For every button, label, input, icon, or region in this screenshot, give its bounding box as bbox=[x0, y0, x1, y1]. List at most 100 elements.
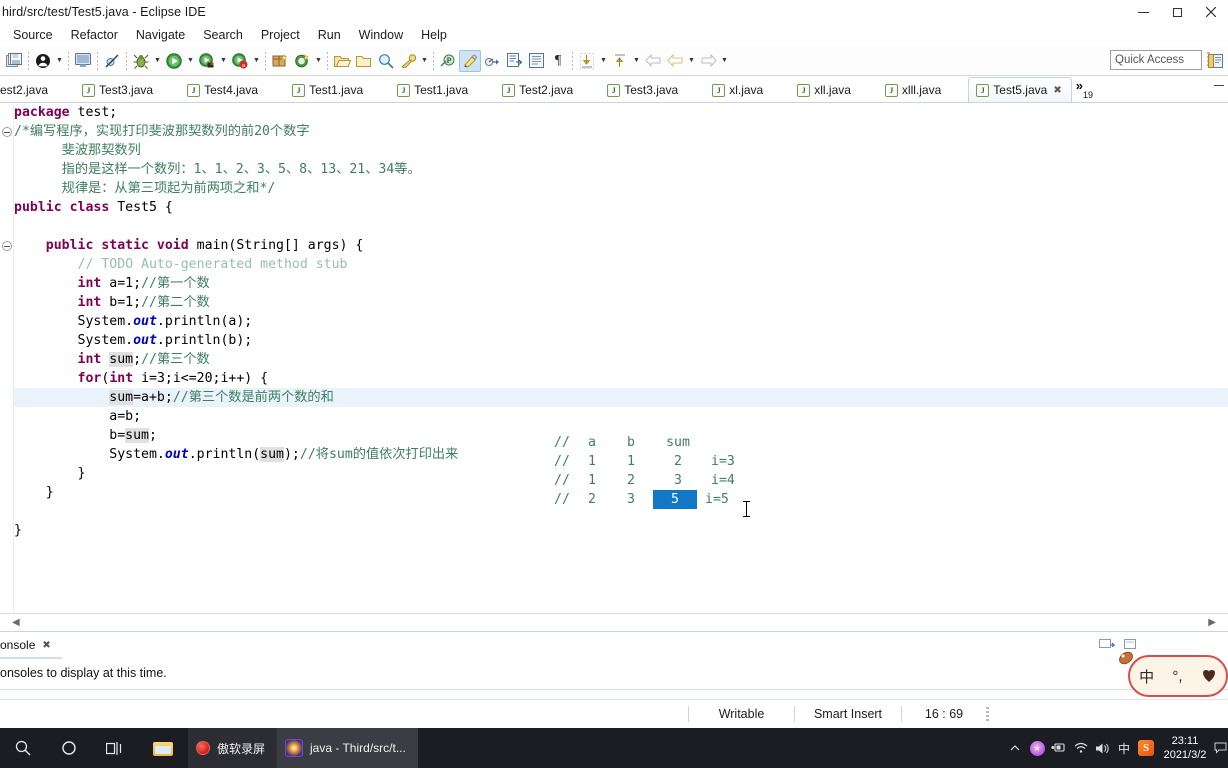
volume-icon[interactable] bbox=[1092, 728, 1114, 768]
task-view-icon[interactable] bbox=[92, 728, 138, 768]
back-dropdown[interactable]: ▼ bbox=[686, 50, 697, 72]
cortana-icon[interactable] bbox=[46, 728, 92, 768]
ime-mode-chinese[interactable]: 中 bbox=[1139, 666, 1154, 687]
tray-ime-label[interactable]: 中 bbox=[1114, 728, 1134, 768]
new-java-console-icon[interactable] bbox=[72, 50, 94, 72]
tab-overflow-chevron[interactable]: » 19 bbox=[1072, 78, 1095, 102]
taskbar-clock[interactable]: 23:11 2021/3/2 bbox=[1158, 728, 1212, 768]
tab-test3[interactable]: J Test3.java bbox=[75, 78, 162, 102]
tab-test5-active[interactable]: J Test5.java ✖ bbox=[968, 77, 1072, 102]
tab-xlll[interactable]: J xlll.java bbox=[878, 78, 950, 102]
menu-project[interactable]: Project bbox=[252, 26, 309, 44]
next-edit-icon[interactable] bbox=[481, 50, 503, 72]
console-tab[interactable]: onsole ✖ bbox=[0, 634, 51, 656]
new-wizard-icon[interactable] bbox=[32, 50, 54, 72]
tab-test2[interactable]: J Test2.java bbox=[495, 78, 582, 102]
previous-annotation2-dropdown[interactable]: ▼ bbox=[631, 50, 642, 72]
tab-test1-b[interactable]: J Test1.java bbox=[390, 78, 477, 102]
tab-xl[interactable]: J xl.java bbox=[705, 78, 772, 102]
close-button[interactable] bbox=[1194, 0, 1228, 24]
external-tools-dropdown[interactable]: ▼ bbox=[218, 50, 229, 72]
tab-label: Test3.java bbox=[99, 83, 154, 97]
previous-annotation2-icon[interactable] bbox=[609, 50, 631, 72]
minimize-button[interactable] bbox=[1126, 0, 1160, 24]
start-search-icon[interactable] bbox=[0, 728, 46, 768]
next-annotation-dropdown[interactable]: ▼ bbox=[598, 50, 609, 72]
code-token: System. bbox=[14, 333, 134, 348]
ime-skin-icon[interactable] bbox=[1201, 669, 1217, 683]
window-title: hird/src/test/Test5.java - Eclipse IDE bbox=[2, 5, 206, 19]
chevron-double-right-icon: » bbox=[1075, 78, 1083, 93]
open-perspective-icon[interactable] bbox=[1206, 51, 1226, 71]
previous-annotation-icon[interactable]: P bbox=[437, 50, 459, 72]
toggle-block-icon[interactable] bbox=[503, 50, 525, 72]
new-class-dropdown[interactable]: ▼ bbox=[313, 50, 324, 72]
code-line: for(int i=3;i<=20;i++) { bbox=[14, 369, 1228, 388]
close-icon[interactable]: ✖ bbox=[1053, 85, 1061, 96]
key-icon[interactable] bbox=[397, 50, 419, 72]
code-token: System. bbox=[14, 447, 165, 462]
tray-chevron-up-icon[interactable] bbox=[1004, 728, 1026, 768]
sogou-icon[interactable]: S bbox=[1134, 728, 1158, 768]
ime-punctuation-toggle[interactable]: °, bbox=[1172, 668, 1182, 685]
skip-breakpoints-icon[interactable] bbox=[101, 50, 123, 72]
open-folder-icon[interactable] bbox=[353, 50, 375, 72]
tab-xll[interactable]: J xll.java bbox=[790, 78, 860, 102]
taskbar-app-eclipse[interactable]: java - Third/src/t... bbox=[277, 728, 418, 768]
back-icon[interactable] bbox=[642, 50, 664, 72]
run-dropdown[interactable]: ▼ bbox=[185, 50, 196, 72]
quick-access-input[interactable]: Quick Access bbox=[1110, 50, 1202, 70]
save-all-icon[interactable] bbox=[3, 50, 25, 72]
new-class-icon[interactable] bbox=[291, 50, 313, 72]
run-external-tools-icon[interactable] bbox=[196, 50, 218, 72]
device-icon[interactable] bbox=[1048, 728, 1070, 768]
forward-dropdown[interactable]: ▼ bbox=[719, 50, 730, 72]
fold-marker-comment[interactable] bbox=[2, 127, 12, 137]
new-console-icon[interactable] bbox=[1098, 637, 1116, 653]
forward-icon[interactable] bbox=[697, 50, 719, 72]
menu-window[interactable]: Window bbox=[350, 26, 412, 44]
debug-dropdown[interactable]: ▼ bbox=[152, 50, 163, 72]
taskbar-app-recorder[interactable]: 傲软录屏 bbox=[188, 728, 278, 768]
fold-marker-main-method[interactable] bbox=[2, 241, 12, 251]
new-package-icon[interactable] bbox=[269, 50, 291, 72]
show-whitespace-icon[interactable] bbox=[525, 50, 547, 72]
star-icon[interactable]: ★ bbox=[1026, 728, 1048, 768]
maximize-button[interactable] bbox=[1160, 0, 1194, 24]
scroll-left-icon[interactable]: ◀ bbox=[12, 617, 20, 628]
highlight-icon[interactable] bbox=[459, 49, 481, 72]
menu-source[interactable]: Source bbox=[4, 26, 62, 44]
minimize-editor-icon[interactable] bbox=[1214, 85, 1224, 86]
scroll-right-icon[interactable]: ▶ bbox=[1208, 617, 1216, 628]
wifi-icon[interactable] bbox=[1070, 728, 1092, 768]
run-icon[interactable] bbox=[163, 50, 185, 72]
menu-help[interactable]: Help bbox=[412, 26, 456, 44]
file-explorer-icon[interactable] bbox=[138, 728, 188, 768]
key-dropdown[interactable]: ▼ bbox=[419, 50, 430, 72]
menu-navigate[interactable]: Navigate bbox=[127, 26, 194, 44]
search-icon[interactable] bbox=[375, 50, 397, 72]
next-annotation-icon[interactable] bbox=[576, 50, 598, 72]
coverage-dropdown[interactable]: ▼ bbox=[251, 50, 262, 72]
back2-icon[interactable] bbox=[664, 50, 686, 72]
menu-refactor[interactable]: Refactor bbox=[62, 26, 127, 44]
menu-run[interactable]: Run bbox=[309, 26, 350, 44]
editor-gutter[interactable] bbox=[0, 103, 14, 613]
system-tray: ★ 中 S 23:11 2021/3/2 bbox=[1004, 728, 1228, 768]
code-editor[interactable]: package test; /*编写程序，实现打印斐波那契数列的前20个数字 斐波… bbox=[0, 103, 1228, 613]
notification-icon[interactable] bbox=[1212, 728, 1228, 768]
new-wizard-dropdown[interactable]: ▼ bbox=[54, 50, 65, 72]
open-type-icon[interactable] bbox=[331, 50, 353, 72]
editor-horizontal-scroll[interactable]: ◀ ▶ bbox=[0, 613, 1228, 631]
menu-search[interactable]: Search bbox=[194, 26, 252, 44]
debug-icon[interactable] bbox=[130, 50, 152, 72]
ime-toolbar[interactable]: 中 °, bbox=[1128, 655, 1228, 697]
tab-test1-a[interactable]: J Test1.java bbox=[285, 78, 372, 102]
tab-test3-b[interactable]: J Test3.java bbox=[600, 78, 687, 102]
code-line: System.out.println(a); bbox=[14, 312, 1228, 331]
coverage-icon[interactable]: a bbox=[229, 50, 251, 72]
close-icon[interactable]: ✖ bbox=[42, 640, 50, 651]
tab-test2-partial[interactable]: est2.java bbox=[0, 78, 57, 102]
tab-test4[interactable]: J Test4.java bbox=[180, 78, 267, 102]
